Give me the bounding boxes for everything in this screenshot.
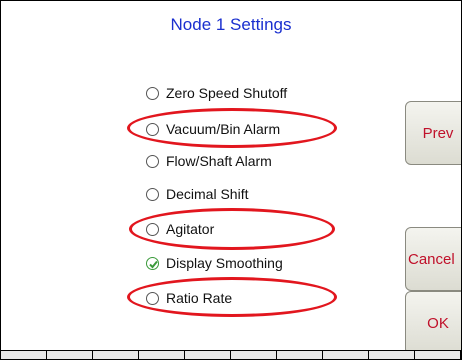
checked-radio-icon[interactable] [146, 256, 159, 270]
option-vacuum-bin-alarm[interactable]: Vacuum/Bin Alarm [146, 119, 280, 139]
radio-icon[interactable] [146, 122, 159, 136]
option-label: Agitator [166, 221, 215, 237]
option-label: Display Smoothing [166, 255, 283, 271]
option-flow-shaft-alarm[interactable]: Flow/Shaft Alarm [146, 151, 272, 171]
prev-button[interactable]: Prev [405, 101, 461, 165]
option-zero-speed-shutoff[interactable]: Zero Speed Shutoff [146, 83, 287, 103]
option-ratio-rate[interactable]: Ratio Rate [146, 288, 232, 308]
radio-icon[interactable] [146, 222, 159, 236]
radio-icon[interactable] [146, 86, 159, 100]
bottom-tab-strip [1, 350, 461, 359]
option-agitator[interactable]: Agitator [146, 219, 214, 239]
radio-icon[interactable] [146, 291, 159, 305]
ok-button[interactable]: OK [405, 291, 461, 355]
option-display-smoothing[interactable]: Display Smoothing [146, 253, 283, 273]
settings-screen: Node 1 Settings Zero Speed Shutoff Vacuu… [0, 0, 462, 360]
option-label: Decimal Shift [166, 186, 249, 202]
radio-icon[interactable] [146, 154, 159, 168]
option-label: Zero Speed Shutoff [166, 85, 288, 101]
page-title: Node 1 Settings [170, 15, 292, 34]
option-label: Ratio Rate [166, 290, 233, 306]
option-label: Flow/Shaft Alarm [166, 153, 272, 169]
option-decimal-shift[interactable]: Decimal Shift [146, 184, 248, 204]
cancel-button[interactable]: Cancel [405, 227, 461, 291]
radio-icon[interactable] [146, 187, 159, 201]
option-label: Vacuum/Bin Alarm [166, 121, 281, 137]
